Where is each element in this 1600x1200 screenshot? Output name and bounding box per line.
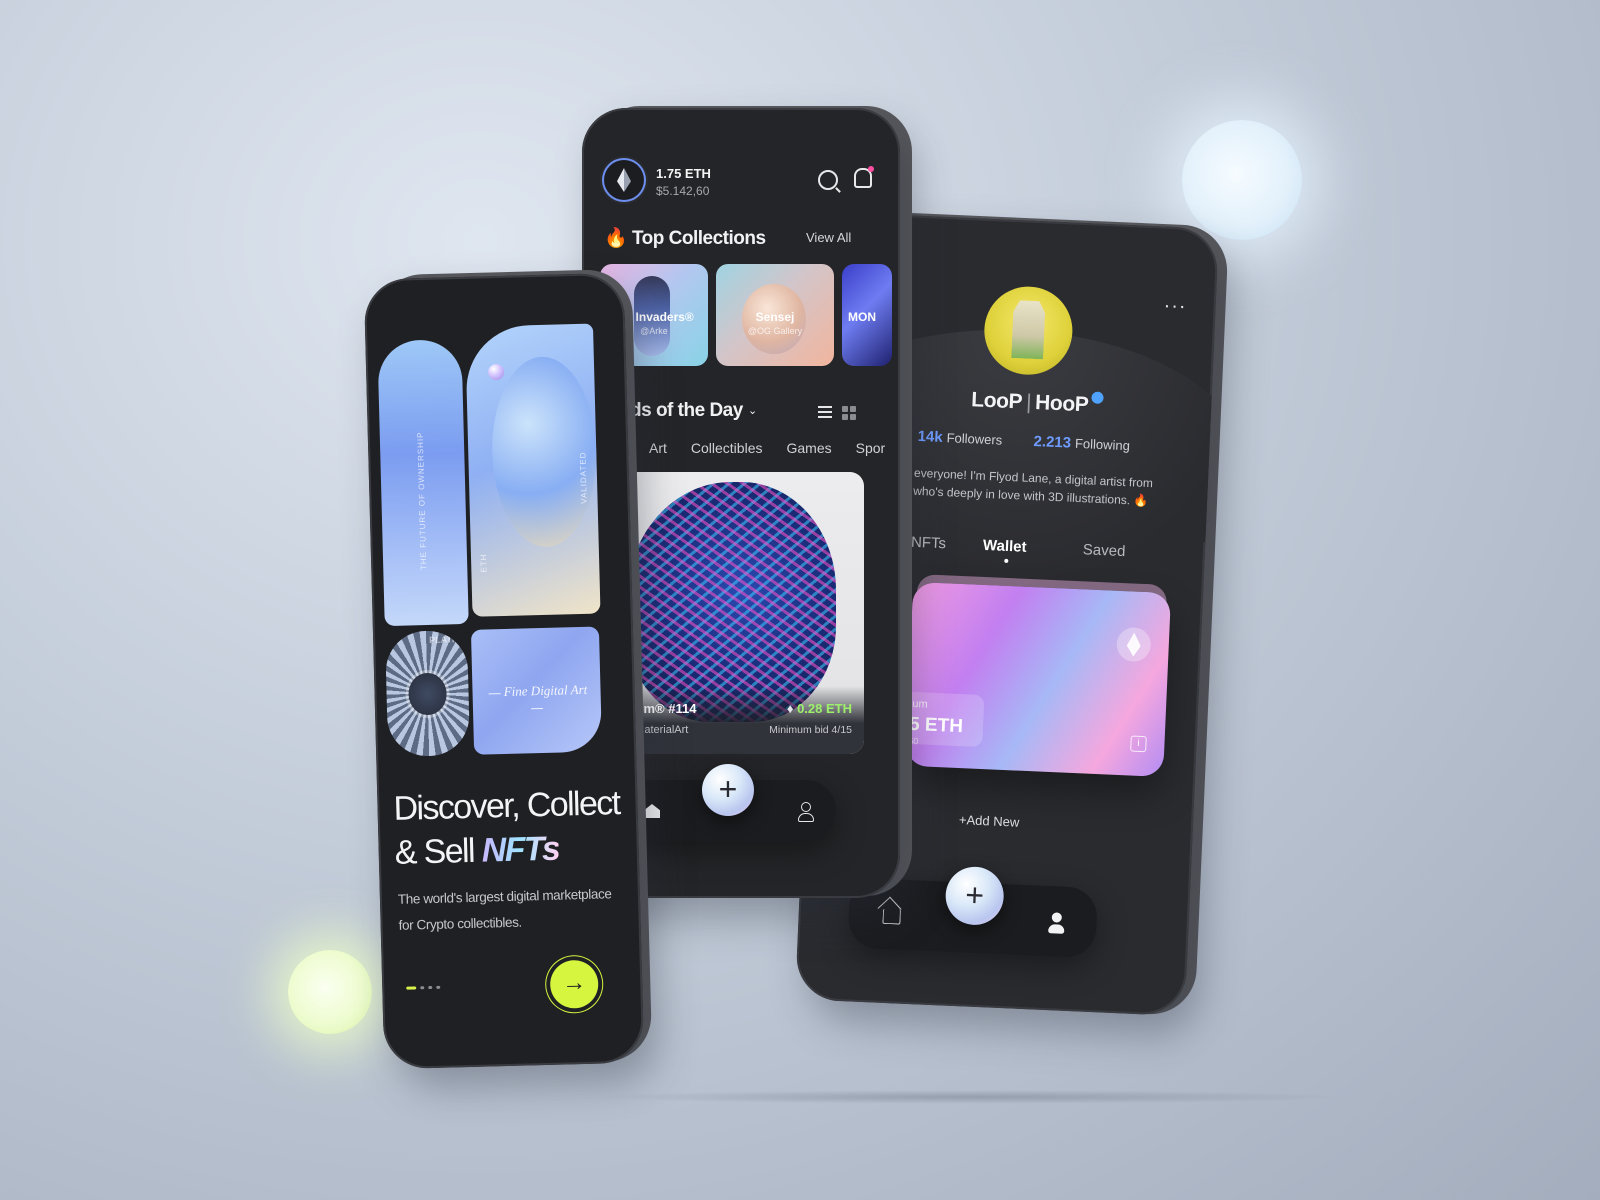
floor-shadow — [590, 1090, 1350, 1104]
ethereum-icon: ♦ — [786, 701, 794, 716]
decorative-orb-green — [288, 950, 372, 1034]
create-button[interactable]: + — [702, 764, 754, 816]
art-caption: THE FUTURE OF OWNERSHIP — [415, 431, 429, 571]
search-icon — [818, 170, 838, 190]
next-button[interactable]: → — [549, 959, 599, 1009]
bid-price: ♦ 0.28 ETH — [787, 701, 852, 716]
profile-icon[interactable] — [798, 802, 814, 822]
top-collections-label: Top Collections — [631, 228, 766, 249]
art-small-sphere — [487, 363, 505, 381]
bid-card[interactable]: nium® #114 @MaterialArt ♦ 0.28 ETH Minim… — [620, 472, 864, 754]
create-button[interactable]: + — [944, 865, 1005, 927]
minimum-bid: Minimum bid 4/15 — [769, 724, 852, 736]
onboarding-title-line1: Discover, Collect — [393, 784, 620, 828]
bell-icon — [854, 166, 874, 188]
info-icon[interactable]: i — [1130, 735, 1147, 753]
category-filters: v Art Collectibles Games Spor — [618, 440, 885, 456]
filter-tab-sports[interactable]: Spor — [856, 440, 886, 456]
decorative-orb-blue — [1182, 120, 1302, 240]
art-tile-fine-art: Fine Digital Art — [470, 626, 603, 755]
profile-name-first: LooP — [970, 388, 1023, 414]
avatar-artwork — [1011, 300, 1045, 359]
followers-label: Followers — [946, 430, 1003, 448]
bid-price-value: 0.28 ETH — [797, 701, 852, 716]
filter-tab-collectibles[interactable]: Collectibles — [691, 440, 763, 456]
grid-view-icon[interactable] — [842, 406, 856, 420]
fine-art-label: Fine Digital Art — [484, 682, 589, 717]
onboarding-screen: THE FUTURE OF OWNERSHIP ETH VALIDATED PL… — [363, 272, 645, 1070]
onboarding-title-line2: & Sell — [394, 831, 483, 872]
onboarding-title: Discover, Collect & Sell NFTs — [393, 781, 627, 875]
bid-info-overlay — [620, 686, 864, 754]
balance-usd: $5.142,60 — [656, 184, 710, 198]
search-button[interactable] — [818, 170, 838, 190]
more-options-icon[interactable]: ··· — [1163, 295, 1187, 319]
chevron-down-icon[interactable]: ⌄ — [748, 404, 757, 417]
wallet-label: ium — [909, 697, 928, 711]
ethereum-icon — [1116, 626, 1152, 663]
tab-nfts[interactable]: NFTs — [911, 534, 947, 553]
ethereum-icon — [617, 168, 631, 192]
collection-card[interactable]: Sensej @OG Gallery — [716, 264, 834, 366]
wallet-value: 5 ETH — [908, 713, 964, 738]
onboarding-title-highlight: NFTs — [481, 829, 560, 870]
collection-name: MON — [848, 310, 876, 324]
collection-card[interactable]: MON — [842, 264, 892, 366]
ethereum-coin-icon — [408, 672, 448, 716]
filter-tab-games[interactable]: Games — [786, 440, 831, 456]
profile-name: LooP | HooP — [971, 388, 1089, 417]
notification-dot — [868, 166, 874, 172]
profile-name-separator: | — [1025, 390, 1032, 414]
home-icon[interactable] — [882, 908, 902, 925]
art-caption: PLATINUM — [429, 633, 471, 645]
view-all-link[interactable]: View All — [806, 230, 851, 245]
bottom-nav: + — [622, 764, 836, 842]
list-view-icon[interactable] — [818, 406, 832, 421]
home-icon[interactable] — [644, 804, 660, 818]
art-caption: ETH — [478, 553, 489, 573]
collection-handle: @OG Gallery — [747, 326, 803, 336]
tab-wallet[interactable]: Wallet — [983, 537, 1027, 556]
ethereum-avatar[interactable] — [604, 160, 644, 200]
art-tile-capsule: THE FUTURE OF OWNERSHIP — [377, 339, 469, 627]
onboarding-description: The world's largest digital marketplace … — [397, 886, 612, 933]
top-collections-title: 🔥 Top Collections — [604, 226, 766, 250]
profile-name-second: HooP — [1034, 391, 1089, 417]
balance-eth: 1.75 ETH — [656, 166, 711, 181]
filter-tab-art[interactable]: Art — [649, 440, 667, 456]
following-count: 2.213 — [1033, 433, 1072, 452]
collection-name: Sensej — [755, 310, 795, 324]
following-label: Following — [1074, 435, 1131, 454]
profile-icon[interactable] — [1048, 912, 1065, 935]
fire-icon: 🔥 — [604, 228, 628, 249]
notifications-button[interactable] — [854, 166, 874, 188]
art-tile-coin: PLATINUM — [384, 629, 471, 758]
page-indicator — [406, 985, 441, 990]
wallet-card[interactable]: ium 5 ETH 60 i — [896, 581, 1172, 777]
followers-stat[interactable]: 14k Followers — [917, 428, 1002, 449]
followers-count: 14k — [917, 427, 944, 447]
art-caption: VALIDATED — [578, 451, 589, 504]
add-new-button[interactable]: +Add New — [959, 812, 1020, 830]
tab-saved[interactable]: Saved — [1083, 541, 1126, 560]
art-tile-sphere: ETH VALIDATED — [464, 323, 601, 617]
